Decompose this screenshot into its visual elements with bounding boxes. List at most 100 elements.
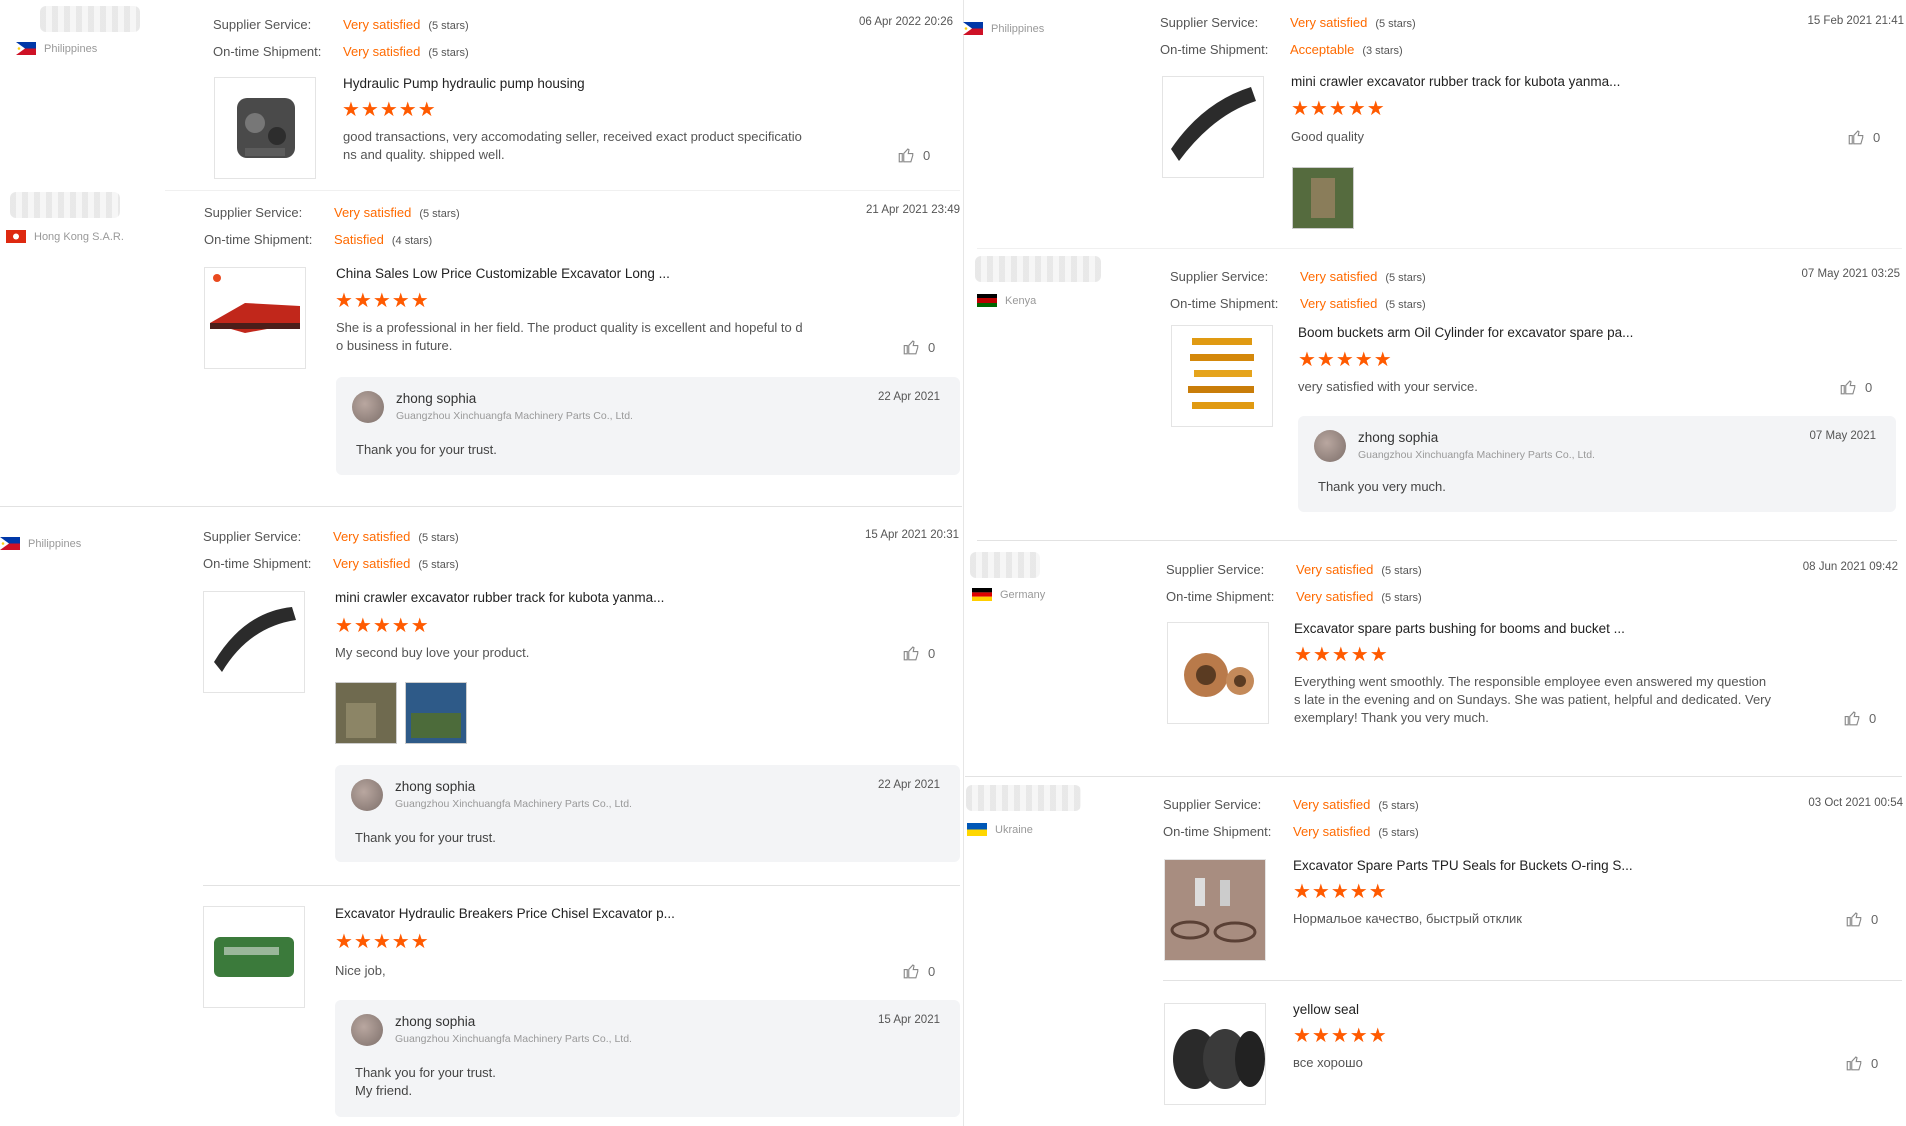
service-label: Supplier Service: bbox=[1160, 15, 1259, 30]
review-ratings: Supplier Service: Very satisfied (5 stars)… bbox=[213, 12, 469, 66]
review-date: 21 Apr 2021 23:49 bbox=[866, 204, 960, 216]
product-thumbnail[interactable] bbox=[203, 591, 305, 693]
shipment-value: Very satisfied bbox=[1296, 589, 1374, 604]
product-thumbnail[interactable] bbox=[214, 77, 316, 179]
reply-date: 15 Apr 2021 bbox=[877, 1014, 940, 1026]
reply-author: zhong sophia bbox=[1358, 430, 1439, 445]
seller-reply: zhong sophia Guangzhou Xinchuangfa Machi… bbox=[1298, 416, 1896, 512]
like-button[interactable]: 0 bbox=[1847, 128, 1880, 146]
service-label: Supplier Service: bbox=[203, 529, 302, 544]
product-thumbnail[interactable] bbox=[203, 906, 305, 1008]
review-comment: Good quality bbox=[1291, 129, 1364, 144]
like-button[interactable]: 0 bbox=[1839, 378, 1872, 396]
seller-reply: zhong sophia Guangzhou Xinchuangfa Machi… bbox=[335, 1000, 960, 1117]
reply-date: 07 May 2021 bbox=[1809, 430, 1877, 442]
product-thumbnail[interactable] bbox=[204, 267, 306, 369]
like-button[interactable]: 0 bbox=[902, 962, 935, 980]
reply-text: Thank you for your trust. My friend. bbox=[355, 1064, 496, 1100]
product-title[interactable]: Excavator Spare Parts TPU Seals for Buck… bbox=[1293, 858, 1633, 873]
reply-company: Guangzhou Xinchuangfa Machinery Parts Co… bbox=[1358, 449, 1595, 461]
shipment-stars: (4 stars) bbox=[391, 235, 433, 247]
seal-image bbox=[1165, 1004, 1265, 1104]
product-thumbnail[interactable] bbox=[1171, 325, 1273, 427]
review-ratings: Supplier Service: Very satisfied (5 stars)… bbox=[1166, 557, 1422, 611]
star-rating: ★★★★★ bbox=[335, 290, 430, 312]
review-comment: Everything went smoothly. The responsibl… bbox=[1294, 673, 1794, 727]
review-comment: good transactions, very accomodating sel… bbox=[343, 128, 843, 164]
like-count: 0 bbox=[928, 339, 936, 355]
product-title[interactable]: Hydraulic Pump hydraulic pump housing bbox=[343, 76, 585, 91]
review-photo[interactable] bbox=[1292, 167, 1354, 229]
product-thumbnail[interactable] bbox=[1162, 76, 1264, 178]
country-label: Germany bbox=[1000, 588, 1046, 601]
product-title[interactable]: mini crawler excavator rubber track for … bbox=[335, 590, 664, 605]
shipment-stars: (5 stars) bbox=[428, 47, 469, 59]
shipment-label: On-time Shipment: bbox=[203, 556, 312, 571]
service-label: Supplier Service: bbox=[1163, 797, 1262, 812]
product-title[interactable]: Boom buckets arm Oil Cylinder for excava… bbox=[1298, 325, 1633, 340]
like-button[interactable]: 0 bbox=[1845, 1054, 1878, 1072]
shipment-label: On-time Shipment: bbox=[1160, 42, 1269, 57]
star-rating: ★★★★★ bbox=[1298, 349, 1393, 371]
star-rating: ★★★★★ bbox=[1294, 644, 1389, 666]
review-photo-image bbox=[336, 683, 396, 743]
seller-reply: zhong sophia Guangzhou Xinchuangfa Machi… bbox=[336, 377, 960, 475]
like-count: 0 bbox=[1873, 129, 1881, 145]
star-rating: ★★★★★ bbox=[1293, 881, 1388, 903]
avatar bbox=[351, 779, 383, 811]
product-title[interactable]: Excavator spare parts bushing for booms … bbox=[1294, 621, 1625, 636]
like-count: 0 bbox=[923, 147, 931, 163]
review-ratings: Supplier Service: Very satisfied (5 stars)… bbox=[203, 524, 459, 578]
shipment-stars: (5 stars) bbox=[1385, 299, 1426, 311]
row-divider bbox=[1163, 980, 1902, 981]
shipment-label: On-time Shipment: bbox=[1163, 824, 1272, 839]
country-label: Hong Kong S.A.R. bbox=[34, 230, 124, 243]
reply-text: Thank you very much. bbox=[1318, 479, 1446, 494]
like-button[interactable]: 0 bbox=[1843, 709, 1876, 727]
product-title[interactable]: mini crawler excavator rubber track for … bbox=[1291, 74, 1620, 89]
buyer-country: Philippines bbox=[963, 22, 1044, 35]
shipment-value: Satisfied bbox=[334, 232, 384, 247]
service-label: Supplier Service: bbox=[1166, 562, 1265, 577]
like-button[interactable]: 0 bbox=[902, 644, 935, 662]
hydraulic-pump-image bbox=[215, 78, 315, 178]
review-photo[interactable] bbox=[405, 682, 467, 744]
philippines-flag-icon bbox=[963, 22, 983, 35]
review-photo-image bbox=[1293, 168, 1353, 228]
review-photo[interactable] bbox=[335, 682, 397, 744]
product-title[interactable]: China Sales Low Price Customizable Excav… bbox=[336, 266, 670, 281]
reply-line: My friend. bbox=[355, 1083, 413, 1098]
shipment-stars: (5 stars) bbox=[1378, 827, 1419, 839]
service-stars: (5 stars) bbox=[428, 20, 469, 32]
service-stars: (5 stars) bbox=[1375, 18, 1416, 30]
service-value: Very satisfied bbox=[1293, 797, 1371, 812]
thumbs-up-icon bbox=[1848, 130, 1864, 145]
star-rating: ★★★★★ bbox=[335, 931, 430, 953]
product-thumbnail[interactable] bbox=[1164, 859, 1266, 961]
review-date: 15 Feb 2021 21:41 bbox=[1807, 15, 1904, 27]
product-title[interactable]: Excavator Hydraulic Breakers Price Chise… bbox=[335, 906, 675, 921]
comment-line: good transactions, very accomodating sel… bbox=[343, 129, 802, 144]
review-divider bbox=[977, 248, 1902, 249]
like-button[interactable]: 0 bbox=[897, 146, 930, 164]
germany-flag-icon bbox=[972, 588, 992, 601]
review-date: 08 Jun 2021 09:42 bbox=[1802, 561, 1898, 573]
shipment-value: Very satisfied bbox=[333, 556, 411, 571]
thumbs-up-icon bbox=[1840, 380, 1856, 395]
like-button[interactable]: 0 bbox=[1845, 910, 1878, 928]
product-thumbnail[interactable] bbox=[1167, 622, 1269, 724]
o-ring-seals-image bbox=[1165, 860, 1265, 960]
like-button[interactable]: 0 bbox=[902, 338, 935, 356]
review-divider bbox=[977, 540, 1897, 541]
product-thumbnail[interactable] bbox=[1164, 1003, 1266, 1105]
rubber-track-image bbox=[204, 592, 304, 692]
service-stars: (5 stars) bbox=[419, 208, 460, 220]
thumbs-up-icon bbox=[898, 148, 914, 163]
comment-line: s late in the evening and on Sundays. Sh… bbox=[1294, 692, 1772, 707]
product-title[interactable]: yellow seal bbox=[1293, 1002, 1359, 1017]
review-comment: She is a professional in her field. The … bbox=[336, 319, 846, 355]
review-ratings: Supplier Service: Very satisfied (5 stars)… bbox=[1160, 10, 1416, 64]
shipment-stars: (3 stars) bbox=[1362, 45, 1403, 57]
buyer-country: Philippines bbox=[0, 537, 81, 550]
like-count: 0 bbox=[1869, 710, 1877, 726]
